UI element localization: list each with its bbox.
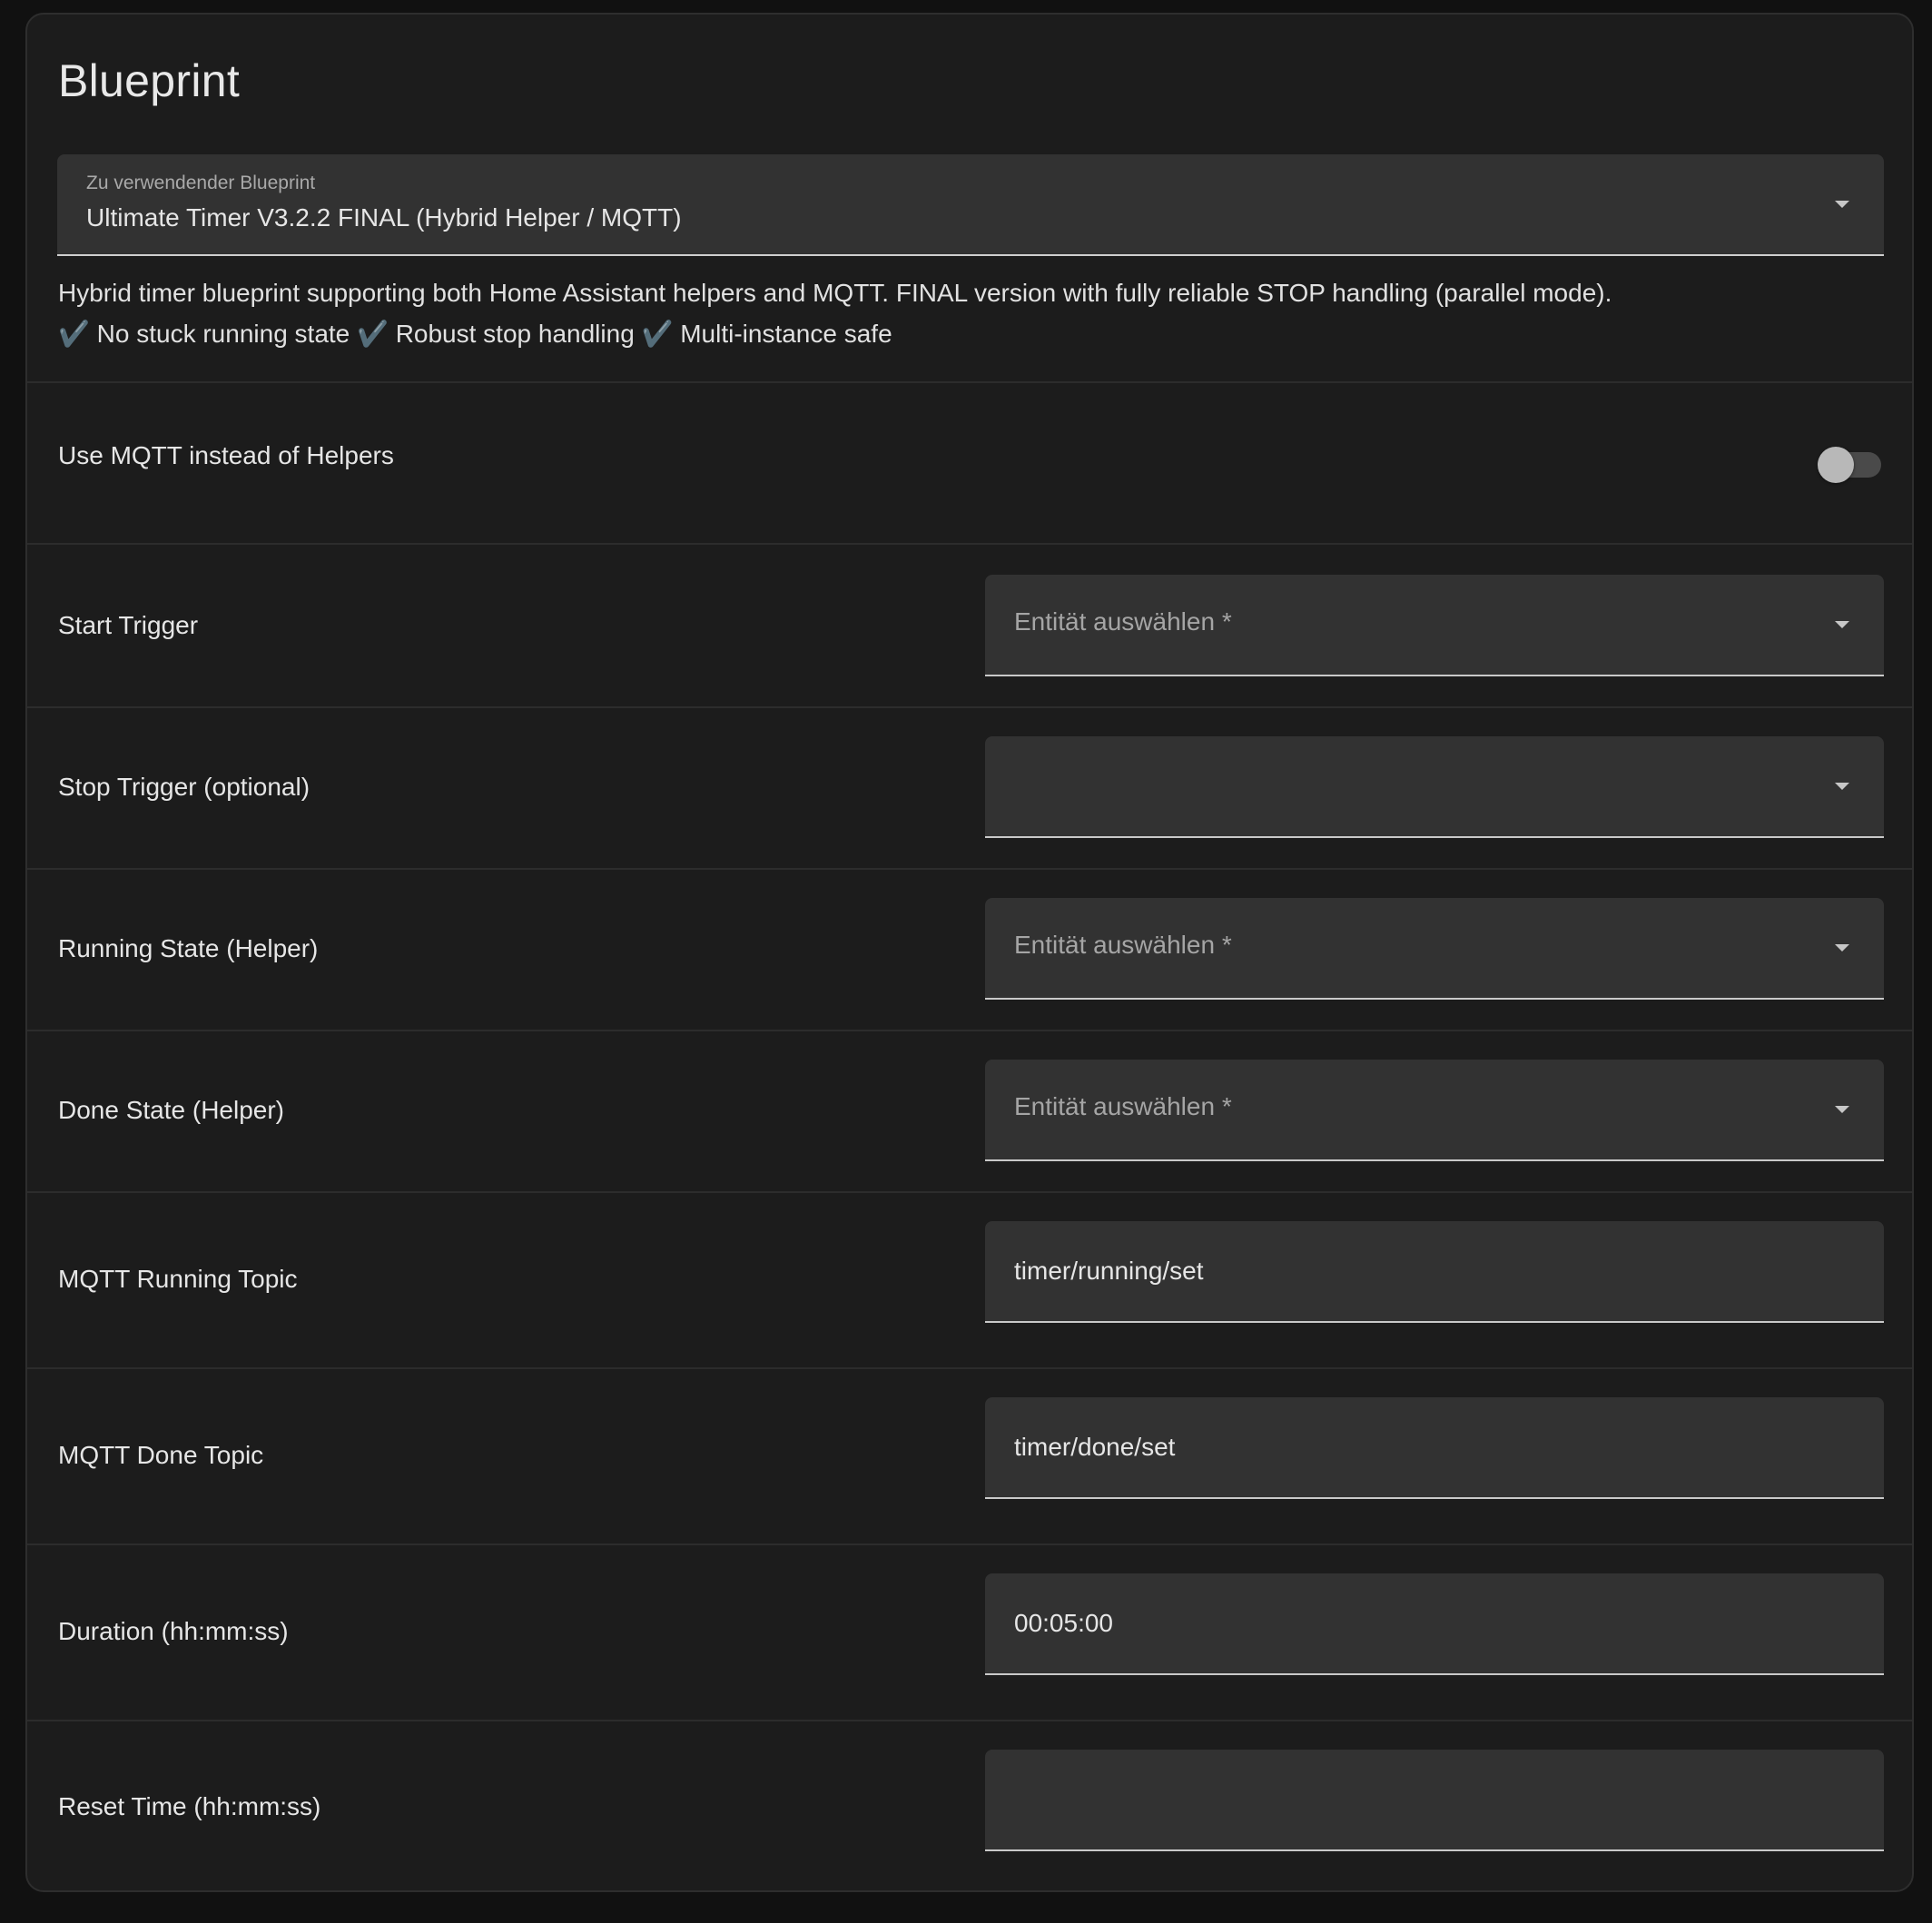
entity-picker-placeholder: Entität auswählen * bbox=[1014, 931, 1232, 959]
divider bbox=[27, 1030, 1912, 1031]
text-field[interactable] bbox=[985, 1221, 1884, 1323]
divider bbox=[27, 543, 1912, 545]
blueprint-card: Blueprint Zu verwendender Blueprint Ulti… bbox=[25, 13, 1914, 1892]
row-label: Running State (Helper) bbox=[58, 934, 319, 962]
chevron-down-icon bbox=[1835, 1106, 1849, 1113]
feature-3: Multi-instance safe bbox=[680, 320, 892, 348]
divider bbox=[27, 868, 1912, 870]
text-input[interactable] bbox=[985, 1750, 1884, 1849]
divider bbox=[27, 381, 1912, 383]
entity-picker[interactable]: Entität auswählen * bbox=[985, 898, 1884, 1000]
row-label: Reset Time (hh:mm:ss) bbox=[58, 1792, 321, 1820]
toggle-label: Use MQTT instead of Helpers bbox=[58, 441, 394, 469]
chevron-down-icon bbox=[1835, 621, 1849, 628]
blueprint-description: Hybrid timer blueprint supporting both H… bbox=[58, 272, 1883, 354]
text-field[interactable] bbox=[985, 1397, 1884, 1499]
text-input[interactable] bbox=[985, 1221, 1884, 1321]
entity-picker-placeholder: Entität auswählen * bbox=[1014, 607, 1232, 636]
entity-picker[interactable] bbox=[985, 736, 1884, 838]
row-label: Duration (hh:mm:ss) bbox=[58, 1617, 289, 1645]
divider bbox=[27, 1543, 1912, 1545]
check-mark-icon: ✔️ bbox=[357, 320, 389, 348]
divider bbox=[27, 1367, 1912, 1369]
divider bbox=[27, 1720, 1912, 1721]
check-mark-icon: ✔️ bbox=[641, 320, 674, 348]
row-label: Stop Trigger (optional) bbox=[58, 773, 310, 801]
row-label: Start Trigger bbox=[58, 611, 199, 639]
divider bbox=[27, 706, 1912, 708]
text-input[interactable] bbox=[985, 1573, 1884, 1673]
divider bbox=[27, 1191, 1912, 1193]
use-mqtt-toggle[interactable] bbox=[1818, 447, 1883, 483]
entity-picker[interactable]: Entität auswählen * bbox=[985, 1060, 1884, 1161]
chevron-down-icon bbox=[1835, 201, 1849, 208]
feature-1: No stuck running state bbox=[96, 320, 350, 348]
blueprint-select-label: Zu verwendender Blueprint bbox=[86, 173, 316, 193]
chevron-down-icon bbox=[1835, 944, 1849, 952]
row-label: Done State (Helper) bbox=[58, 1096, 285, 1124]
entity-picker[interactable]: Entität auswählen * bbox=[985, 575, 1884, 676]
row-label: MQTT Done Topic bbox=[58, 1441, 264, 1469]
description-features: ✔️ No stuck running state ✔️ Robust stop… bbox=[58, 313, 1883, 354]
chevron-down-icon bbox=[1835, 783, 1849, 790]
entity-picker-placeholder: Entität auswählen * bbox=[1014, 1092, 1232, 1120]
description-line-1: Hybrid timer blueprint supporting both H… bbox=[58, 279, 1612, 307]
text-input[interactable] bbox=[985, 1397, 1884, 1497]
text-field[interactable] bbox=[985, 1750, 1884, 1851]
blueprint-select-value: Ultimate Timer V3.2.2 FINAL (Hybrid Help… bbox=[86, 203, 682, 232]
text-field[interactable] bbox=[985, 1573, 1884, 1675]
toggle-thumb[interactable] bbox=[1818, 447, 1854, 483]
blueprint-select[interactable]: Zu verwendender Blueprint Ultimate Timer… bbox=[57, 154, 1884, 256]
row-label: MQTT Running Topic bbox=[58, 1265, 298, 1293]
feature-2: Robust stop handling bbox=[395, 320, 635, 348]
check-mark-icon: ✔️ bbox=[58, 320, 90, 348]
card-title: Blueprint bbox=[58, 55, 241, 106]
